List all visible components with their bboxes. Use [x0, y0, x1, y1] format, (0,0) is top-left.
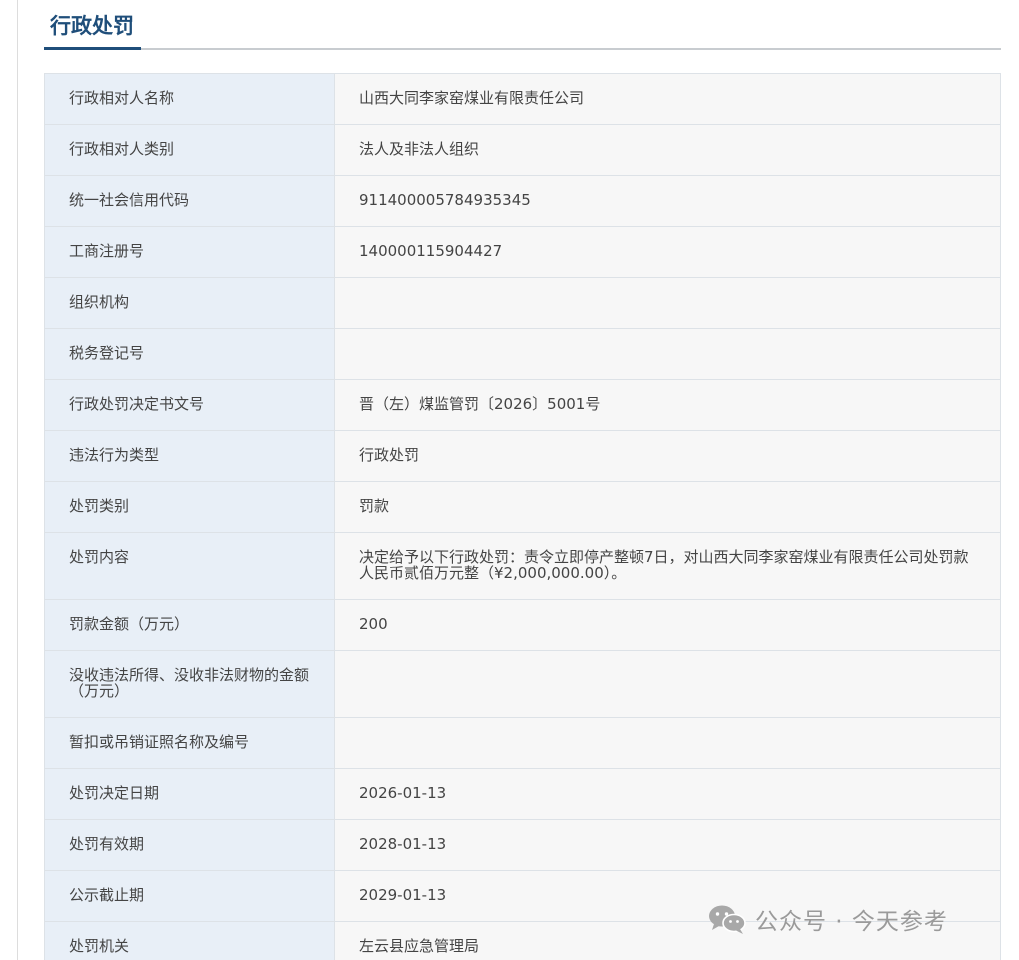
table-row-fine-amount: 罚款金额（万元） 200 — [44, 599, 1001, 651]
table-row-party-name: 行政相对人名称 山西大同李家窑煤业有限责任公司 — [44, 73, 1001, 125]
field-label: 没收违法所得、没收非法财物的金额（万元） — [69, 666, 310, 700]
table-row-confiscation-amount: 没收违法所得、没收非法财物的金额（万元） — [44, 650, 1001, 718]
table-row-party-type: 行政相对人类别 法人及非法人组织 — [44, 124, 1001, 176]
table-row-decision-date: 处罚决定日期 2026-01-13 — [44, 768, 1001, 820]
field-value — [335, 718, 1000, 768]
field-value: 晋（左）煤监管罚〔2026〕5001号 — [359, 395, 601, 413]
table-row-penalty-category: 处罚类别 罚款 — [44, 481, 1001, 533]
table-row-credit-code: 统一社会信用代码 911400005784935345 — [44, 175, 1001, 227]
field-value: 山西大同李家窑煤业有限责任公司 — [359, 89, 585, 107]
field-value: 行政处罚 — [359, 446, 420, 464]
watermark: 公众号 · 今天参考 — [707, 897, 948, 941]
table-row-tax-no: 税务登记号 — [44, 328, 1001, 380]
field-label: 组织机构 — [69, 293, 130, 311]
field-label: 暂扣或吊销证照名称及编号 — [69, 733, 250, 751]
field-label: 处罚内容 — [69, 548, 130, 566]
field-value — [335, 651, 1000, 717]
page: 行政处罚 行政相对人名称 山西大同李家窑煤业有限责任公司 行政相对人类别 法人及… — [0, 0, 1019, 960]
field-value: 140000115904427 — [359, 242, 503, 260]
field-label: 罚款金额（万元） — [69, 615, 190, 633]
watermark-text: 公众号 · 今天参考 — [755, 909, 948, 935]
field-label: 行政相对人名称 — [69, 89, 175, 107]
field-label: 行政相对人类别 — [69, 140, 175, 158]
table-row-penalty-content: 处罚内容 决定给予以下行政处罚：责令立即停产整顿7日，对山西大同李家窑煤业有限责… — [44, 532, 1001, 600]
table-row-registration-no: 工商注册号 140000115904427 — [44, 226, 1001, 278]
field-value — [335, 278, 1000, 328]
field-label: 工商注册号 — [69, 242, 145, 260]
field-value: 2028-01-13 — [359, 835, 447, 853]
field-value: 罚款 — [359, 497, 390, 515]
field-label: 处罚决定日期 — [69, 784, 160, 802]
field-label: 处罚机关 — [69, 937, 130, 955]
field-label: 公示截止期 — [69, 886, 145, 904]
field-value — [335, 329, 1000, 379]
field-value: 911400005784935345 — [359, 191, 531, 209]
table-row-organization: 组织机构 — [44, 277, 1001, 329]
field-label: 处罚类别 — [69, 497, 130, 515]
penalty-info-table: 行政相对人名称 山西大同李家窑煤业有限责任公司 行政相对人类别 法人及非法人组织… — [44, 73, 1001, 960]
section-title-underline — [44, 47, 141, 50]
section-header: 行政处罚 — [44, 0, 1001, 50]
field-value: 2026-01-13 — [359, 784, 447, 802]
table-row-valid-until: 处罚有效期 2028-01-13 — [44, 819, 1001, 871]
field-label: 税务登记号 — [69, 344, 145, 362]
field-label: 违法行为类型 — [69, 446, 160, 464]
left-border — [17, 0, 18, 960]
field-value: 决定给予以下行政处罚：责令立即停产整顿7日，对山西大同李家窑煤业有限责任公司处罚… — [359, 548, 969, 582]
section-title: 行政处罚 — [50, 14, 134, 38]
field-label: 处罚有效期 — [69, 835, 145, 853]
table-row-license-revocation: 暂扣或吊销证照名称及编号 — [44, 717, 1001, 769]
field-value: 200 — [359, 615, 388, 633]
table-row-violation-type: 违法行为类型 行政处罚 — [44, 430, 1001, 482]
field-label: 统一社会信用代码 — [69, 191, 190, 209]
table-row-decision-no: 行政处罚决定书文号 晋（左）煤监管罚〔2026〕5001号 — [44, 379, 1001, 431]
field-value: 法人及非法人组织 — [359, 140, 480, 158]
wechat-icon — [709, 905, 746, 934]
field-label: 行政处罚决定书文号 — [69, 395, 205, 413]
